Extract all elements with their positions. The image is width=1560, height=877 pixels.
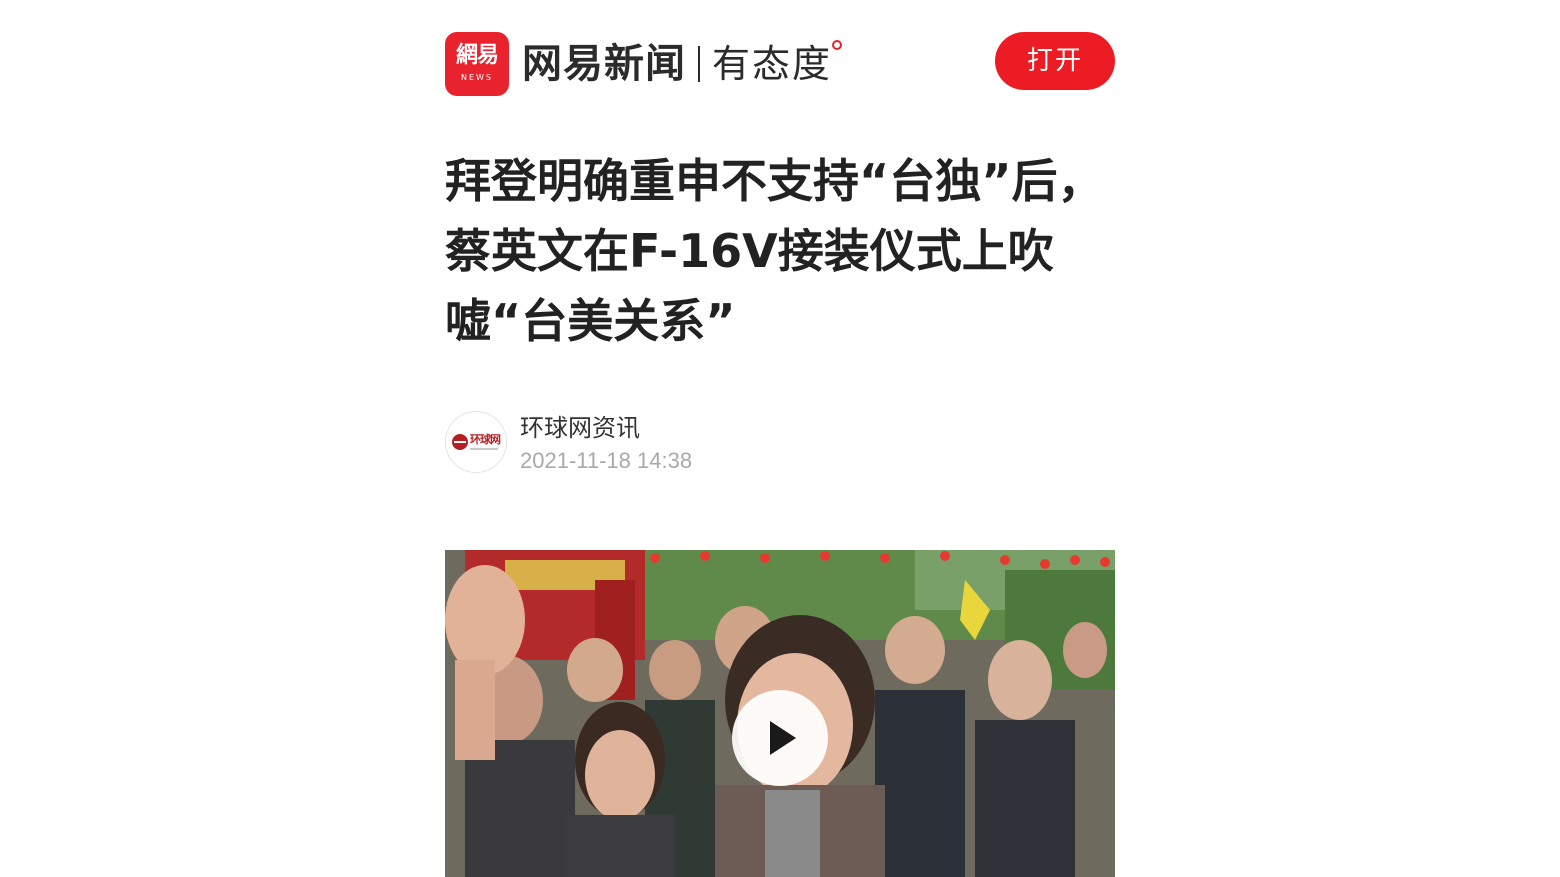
avatar-underline — [470, 448, 498, 450]
play-button[interactable] — [732, 690, 828, 786]
brand-name: 网易新闻 — [522, 41, 686, 87]
brand-slogan: 有态度 — [712, 42, 833, 86]
app-header: 網易 NEWS 网易新闻 有态度 打开 — [445, 32, 1115, 96]
avatar-text: 环球网 — [470, 433, 501, 446]
huanqiu-logo-icon — [452, 434, 468, 450]
netease-news-logo[interactable]: 網易 NEWS — [445, 32, 509, 96]
open-app-button[interactable]: 打开 — [995, 32, 1115, 90]
play-icon — [770, 721, 796, 755]
article-title: 拜登明确重申不支持“台独”后，蔡英文在F-16V接装仪式上吹嘘“台美关系” — [445, 154, 1104, 348]
article-page: 網易 NEWS 网易新闻 有态度 打开 拜登明确重申不支持“台独”后，蔡英文在F-… — [0, 0, 1560, 877]
brand-dot-icon — [832, 40, 843, 50]
author-name[interactable]: 环球网资讯 — [520, 413, 640, 443]
logo-main-text: 網易 — [455, 43, 499, 68]
author-info: 环球网 环球网资讯 2021-11-18 14:38 — [445, 411, 1115, 475]
logo-sub-text: NEWS — [460, 73, 494, 82]
brand-divider — [698, 46, 700, 82]
publish-time: 2021-11-18 14:38 — [520, 448, 693, 473]
article-video[interactable] — [445, 550, 1115, 877]
brand-wordmark: 网易新闻 有态度 — [522, 38, 843, 90]
author-avatar[interactable]: 环球网 — [445, 411, 507, 473]
